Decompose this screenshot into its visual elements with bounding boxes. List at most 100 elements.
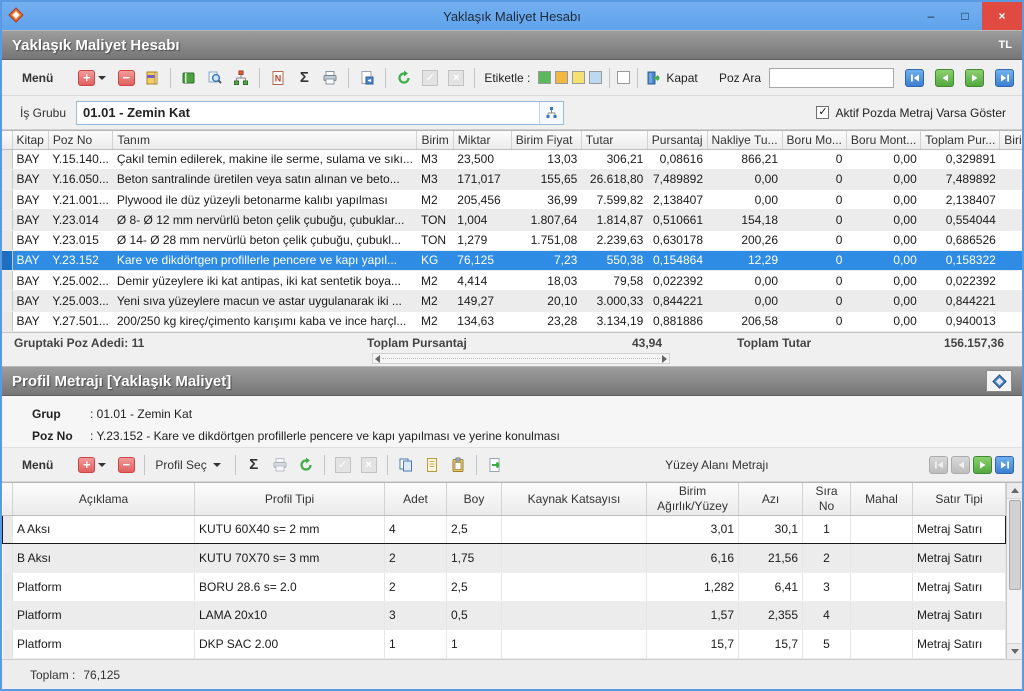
nav-next-button[interactable] xyxy=(965,69,984,87)
main-horizontal-scrollbar[interactable] xyxy=(372,353,670,364)
table-cell: BAY xyxy=(12,230,48,250)
column-header[interactable]: Tutar xyxy=(581,131,647,149)
notebook-icon[interactable] xyxy=(140,66,164,90)
column-header[interactable]: Kaynak Katsayısı xyxy=(502,483,647,515)
is-grubu-field[interactable]: 01.01 - Zemin Kat xyxy=(76,101,564,125)
column-header[interactable]: Birim Ağırlık/Yüzey xyxy=(647,483,739,515)
table-row[interactable]: B AksıKUTU 70X70 s= 3 mm21,756,1621,562M… xyxy=(3,544,1006,573)
checkbox-checked-icon[interactable]: ✓ xyxy=(816,106,829,119)
detail-sigma-icon[interactable]: Σ xyxy=(242,453,266,477)
report-icon[interactable] xyxy=(355,66,379,90)
add-row-button[interactable]: + xyxy=(76,453,112,477)
detail-vertical-scrollbar[interactable] xyxy=(1006,483,1022,659)
n-document-icon[interactable]: N xyxy=(266,66,290,90)
refresh-icon[interactable] xyxy=(392,66,416,90)
column-header[interactable]: Toplam Pur... xyxy=(921,131,1000,149)
scroll-right-arrow[interactable] xyxy=(662,355,667,363)
copy-page-icon[interactable] xyxy=(420,453,444,477)
column-header[interactable]: Azı xyxy=(739,483,803,515)
scroll-up-arrow[interactable] xyxy=(1007,483,1022,499)
sigma-icon[interactable]: Σ xyxy=(292,66,316,90)
delete-poz-button[interactable]: − xyxy=(114,66,138,90)
table-cell: TON xyxy=(417,230,453,250)
tag-clear-button[interactable] xyxy=(617,71,630,84)
scroll-track[interactable] xyxy=(382,358,660,359)
table-cell: 0 xyxy=(782,291,846,311)
column-header[interactable]: Sıra No xyxy=(803,483,851,515)
column-header[interactable]: Mahal xyxy=(851,483,913,515)
menu-button[interactable]: Menü xyxy=(22,71,53,85)
window-title: Yaklaşık Maliyet Hesabı xyxy=(2,9,1022,24)
tag-green-button[interactable] xyxy=(538,71,551,84)
column-header[interactable]: Birim xyxy=(417,131,453,149)
scroll-thumb[interactable] xyxy=(1009,500,1021,590)
table-row[interactable]: BAYY.15.140...Çakıl temin edilerek, maki… xyxy=(2,149,1022,169)
table-cell: 0 xyxy=(782,250,846,270)
kapat-button[interactable]: Kapat xyxy=(644,66,699,90)
detail-print-icon[interactable] xyxy=(268,453,292,477)
book-icon[interactable] xyxy=(177,66,201,90)
column-header[interactable]: Boru Mo... xyxy=(782,131,846,149)
column-header[interactable]: Boru Mont... xyxy=(846,131,920,149)
column-header[interactable]: Tanım xyxy=(113,131,417,149)
poz-search-input[interactable] xyxy=(769,68,894,88)
table-row[interactable]: PlatformLAMA 20x1030,51,572,3554Metraj S… xyxy=(3,601,1006,630)
table-row[interactable]: BAYY.16.050...Beton santralinde üretilen… xyxy=(2,169,1022,189)
column-header[interactable]: Birim Fiyat Yılı xyxy=(1000,131,1022,149)
metraj-filter-checkbox-group[interactable]: ✓ Aktif Pozda Metraj Varsa Göster xyxy=(816,106,1012,120)
print-icon[interactable] xyxy=(318,66,342,90)
maximize-button[interactable]: □ xyxy=(948,2,982,30)
column-header[interactable]: Açıklama xyxy=(13,483,195,515)
detail-menu-button[interactable]: Menü xyxy=(22,458,53,472)
table-row[interactable]: BAYY.23.015Ø 14- Ø 28 mm nervürlü beton … xyxy=(2,230,1022,250)
search-icon[interactable] xyxy=(203,66,227,90)
table-row[interactable]: BAYY.27.501...200/250 kg kireç/çimento k… xyxy=(2,311,1022,331)
column-header[interactable]: Satır Tipi xyxy=(913,483,1006,515)
column-header[interactable]: Adet xyxy=(385,483,447,515)
detail-nav-next-button[interactable] xyxy=(973,456,992,474)
hierarchy-icon[interactable] xyxy=(229,66,253,90)
scroll-down-arrow[interactable] xyxy=(1007,643,1022,659)
profil-sec-button[interactable]: Profil Seç xyxy=(150,454,229,476)
group-tree-button[interactable] xyxy=(539,102,563,124)
table-row[interactable]: BAYY.23.014Ø 8- Ø 12 mm nervürlü beton ç… xyxy=(2,210,1022,230)
paste-icon[interactable] xyxy=(446,453,470,477)
table-row[interactable]: A AksıKUTU 60X40 s= 2 mm42,53,0130,11Met… xyxy=(3,515,1006,544)
column-header[interactable]: Boy xyxy=(447,483,502,515)
add-row-dropdown-caret[interactable] xyxy=(98,463,106,467)
table-cell: 18,03 xyxy=(511,271,581,291)
table-row[interactable]: BAYY.21.001...Plywood ile düz yüzeyli be… xyxy=(2,190,1022,210)
delete-row-button[interactable]: − xyxy=(114,453,138,477)
table-row[interactable]: PlatformDKP SAC 2.001115,715,75Metraj Sa… xyxy=(3,630,1006,659)
minimize-button[interactable]: – xyxy=(914,2,948,30)
table-row[interactable]: BAYY.25.002...Demir yüzeylere iki kat an… xyxy=(2,271,1022,291)
scroll-left-arrow[interactable] xyxy=(375,355,380,363)
table-cell: Y.15.140... xyxy=(48,149,113,169)
nav-prev-button[interactable] xyxy=(935,69,954,87)
column-header[interactable]: Birim Fiyat xyxy=(511,131,581,149)
add-poz-button[interactable]: + xyxy=(76,66,112,90)
tag-yellow-button[interactable] xyxy=(572,71,585,84)
detail-panel-button[interactable] xyxy=(986,370,1012,392)
nav-last-button[interactable] xyxy=(995,69,1014,87)
add-dropdown-caret[interactable] xyxy=(98,76,106,80)
column-header[interactable]: Miktar xyxy=(453,131,511,149)
nav-first-button[interactable] xyxy=(905,69,924,87)
detail-nav-last-button[interactable] xyxy=(995,456,1014,474)
tag-orange-button[interactable] xyxy=(555,71,568,84)
detail-header: Profil Metrajı [Yaklaşık Maliyet] xyxy=(2,366,1022,396)
column-header[interactable]: Pursantaj xyxy=(647,131,707,149)
table-row[interactable]: BAYY.25.003...Yeni sıva yüzeylere macun … xyxy=(2,291,1022,311)
column-header[interactable]: Kitap xyxy=(12,131,48,149)
table-row[interactable]: BAYY.23.152Kare ve dikdörtgen profillerl… xyxy=(2,250,1022,270)
export-icon[interactable] xyxy=(483,453,507,477)
column-header[interactable]: Poz No xyxy=(48,131,113,149)
table-row[interactable]: PlatformBORU 28.6 s= 2.022,51,2826,413Me… xyxy=(3,572,1006,601)
detail-refresh-icon[interactable] xyxy=(294,453,318,477)
close-button[interactable]: × xyxy=(982,2,1022,30)
column-header[interactable]: Profil Tipi xyxy=(195,483,385,515)
column-header[interactable]: Nakliye Tu... xyxy=(707,131,782,149)
tag-blue-button[interactable] xyxy=(589,71,602,84)
copy-icon[interactable] xyxy=(394,453,418,477)
table-cell: 0,844221 xyxy=(921,291,1000,311)
